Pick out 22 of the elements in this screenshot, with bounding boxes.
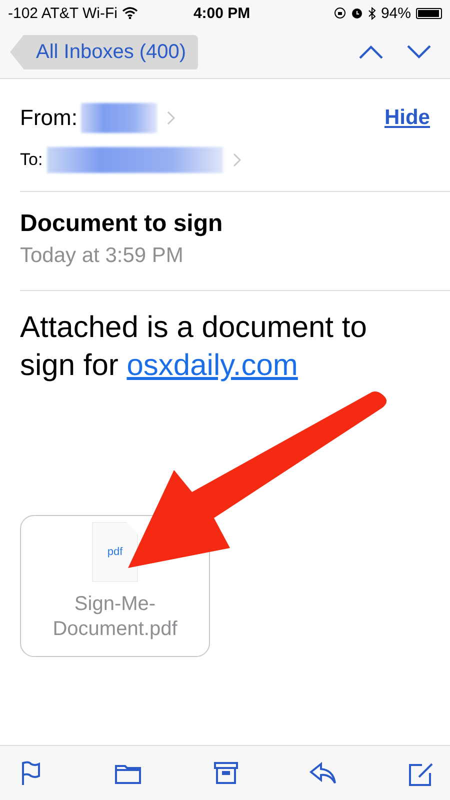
attachment-name: Sign-Me-Document.pdf	[52, 592, 178, 642]
website-link[interactable]: osxdaily.com	[126, 349, 298, 382]
wifi-icon	[122, 7, 138, 19]
battery-percent: 94%	[380, 4, 411, 22]
message-date: Today at 3:59 PM	[20, 244, 184, 268]
alarm-icon	[350, 7, 363, 19]
chevron-icon	[167, 111, 176, 125]
from-label: From:	[20, 105, 78, 131]
previous-message-icon[interactable]	[358, 44, 384, 60]
hide-link[interactable]: Hide	[384, 106, 430, 130]
clock-time: 4:00 PM	[193, 4, 250, 22]
rotation-lock-icon	[334, 7, 346, 19]
message-subject: Document to sign	[20, 210, 224, 238]
message-body: Attached is a document to sign for osxdaily.com	[20, 310, 368, 384]
bluetooth-icon	[368, 6, 376, 20]
next-message-icon[interactable]	[406, 44, 432, 60]
chevron-icon	[232, 153, 241, 167]
carrier-text: -102 AT&T Wi-Fi	[8, 4, 118, 22]
battery-icon	[416, 8, 442, 18]
back-button[interactable]: All Inboxes (400)	[10, 34, 198, 70]
to-label: To:	[20, 150, 43, 170]
document-icon: pdf	[92, 522, 138, 582]
